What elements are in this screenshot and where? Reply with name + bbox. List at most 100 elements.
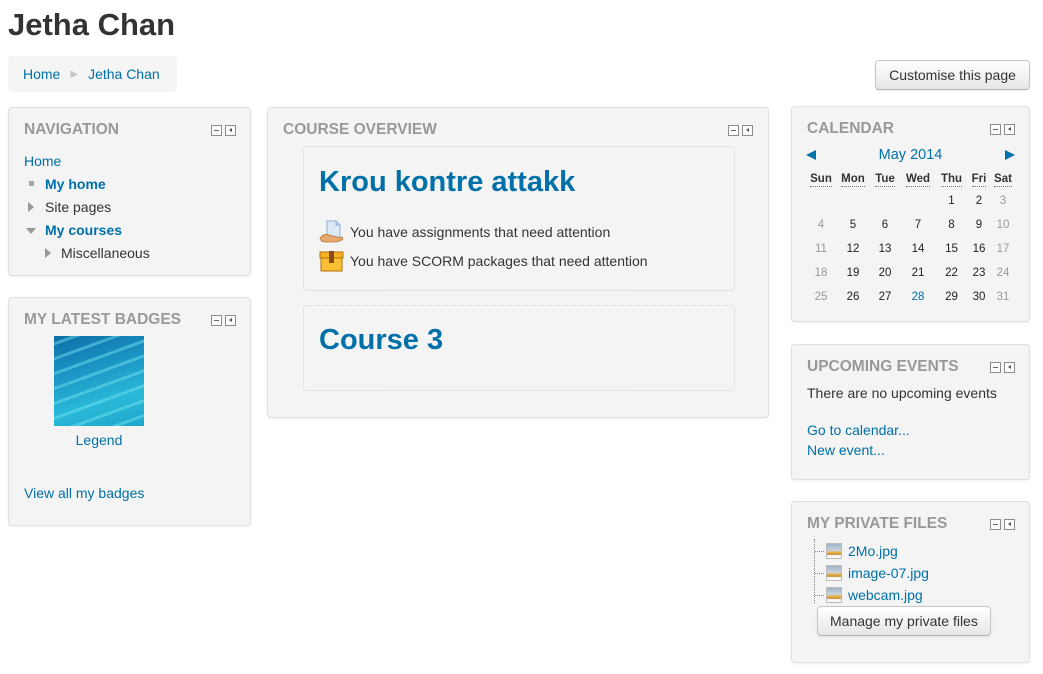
hide-block-icon[interactable] [211, 124, 222, 136]
calendar-empty-cell [900, 189, 936, 213]
calendar-day[interactable]: 29 [936, 285, 967, 309]
breadcrumb-current[interactable]: Jetha Chan [88, 66, 160, 82]
course-title-link[interactable]: Course 3 [319, 324, 443, 357]
calendar-empty-cell [870, 189, 900, 213]
hide-block-icon[interactable] [990, 123, 1001, 135]
calendar-day[interactable]: 5 [836, 213, 870, 237]
calendar-day[interactable]: 19 [836, 261, 870, 285]
calendar-day[interactable]: 14 [900, 237, 936, 261]
collapse-arrow-icon[interactable] [26, 228, 36, 234]
nav-item-miscellaneous-label[interactable]: Miscellaneous [61, 245, 150, 261]
calendar-day[interactable]: 2 [967, 189, 991, 213]
calendar-day[interactable]: 10 [991, 213, 1015, 237]
nav-item-site-pages-label[interactable]: Site pages [45, 199, 111, 215]
calendar-day[interactable]: 12 [836, 237, 870, 261]
calendar-month-link[interactable]: May 2014 [879, 147, 943, 163]
file-link[interactable]: webcam.jpg [848, 587, 923, 603]
nav-item-site-pages[interactable]: Site pages [24, 196, 150, 219]
calendar-week-row: 11 12 13 14 15 16 17 [806, 237, 1015, 261]
dock-block-icon[interactable] [1004, 518, 1015, 530]
alert-text: You have assignments that need attention [350, 224, 611, 240]
hide-block-icon[interactable] [990, 361, 1001, 373]
hide-block-icon[interactable] [990, 518, 1001, 530]
nav-item-my-home[interactable]: My home [24, 173, 150, 196]
dock-block-icon[interactable] [225, 124, 236, 136]
calendar-day[interactable]: 16 [967, 237, 991, 261]
dock-block-icon[interactable] [225, 314, 236, 326]
customise-page-button[interactable]: Customise this page [875, 60, 1030, 90]
nav-item-my-home-link[interactable]: My home [45, 176, 106, 192]
course-alert[interactable]: You have SCORM packages that need attent… [319, 249, 648, 273]
expand-arrow-icon[interactable] [45, 248, 51, 258]
calendar-day[interactable]: 21 [900, 261, 936, 285]
calendar-day[interactable]: 26 [836, 285, 870, 309]
calendar-day[interactable]: 27 [870, 285, 900, 309]
weekday-label: Wed [905, 173, 931, 187]
calendar-week-row: 25 26 27 28 29 30 31 [806, 285, 1015, 309]
course-alert[interactable]: You have assignments that need attention [319, 220, 610, 244]
nav-item-home[interactable]: Home [24, 150, 150, 173]
badge-name-link[interactable]: Legend [54, 432, 144, 448]
course-title-link[interactable]: Krou kontre attakk [319, 166, 575, 199]
go-to-calendar-link[interactable]: Go to calendar... [807, 422, 910, 438]
calendar-title: CALENDAR [807, 120, 894, 137]
file-item[interactable]: 2Mo.jpg [815, 540, 898, 562]
calendar-day[interactable]: 25 [806, 285, 836, 309]
calendar-day[interactable]: 4 [806, 213, 836, 237]
calendar-day[interactable]: 30 [967, 285, 991, 309]
calendar-day[interactable]: 3 [991, 189, 1015, 213]
dock-block-icon[interactable] [1004, 361, 1015, 373]
next-month-icon[interactable] [1005, 150, 1015, 160]
file-item[interactable]: image-07.jpg [815, 562, 929, 584]
course-overview-title: COURSE OVERVIEW [283, 121, 437, 138]
calendar-day[interactable]: 15 [936, 237, 967, 261]
weekday-header: Thu [936, 169, 967, 189]
dock-block-icon[interactable] [742, 124, 753, 136]
dock-block-icon[interactable] [1004, 123, 1015, 135]
nav-item-my-courses[interactable]: My courses [24, 219, 150, 242]
calendar-day[interactable]: 20 [870, 261, 900, 285]
calendar-day[interactable]: 9 [967, 213, 991, 237]
nav-item-my-courses-link[interactable]: My courses [45, 222, 122, 238]
calendar-day[interactable]: 22 [936, 261, 967, 285]
calendar-day[interactable]: 8 [936, 213, 967, 237]
nav-item-miscellaneous[interactable]: Miscellaneous [24, 242, 150, 265]
calendar-day[interactable]: 7 [900, 213, 936, 237]
tree-branch [815, 594, 824, 596]
file-link[interactable]: image-07.jpg [848, 565, 929, 581]
weekday-header: Fri [967, 169, 991, 189]
badge-image[interactable] [54, 336, 144, 426]
calendar-day[interactable]: 11 [806, 237, 836, 261]
calendar-day[interactable]: 23 [967, 261, 991, 285]
calendar-day[interactable]: 1 [936, 189, 967, 213]
private-files-block: MY PRIVATE FILES 2Mo.jpg image-07.jpg we… [791, 501, 1030, 663]
calendar-week-row: 123 [806, 189, 1015, 213]
calendar-day[interactable]: 17 [991, 237, 1015, 261]
previous-month-icon[interactable] [806, 150, 816, 160]
manage-private-files-button[interactable]: Manage my private files [817, 606, 991, 636]
assignment-icon [319, 220, 344, 244]
image-file-icon [826, 543, 842, 559]
bullet-icon [29, 181, 34, 186]
weekday-label: Mon [841, 173, 865, 187]
breadcrumb-home[interactable]: Home [23, 66, 60, 82]
hide-block-icon[interactable] [728, 124, 739, 136]
calendar-day-today[interactable]: 28 [900, 285, 936, 309]
file-link[interactable]: 2Mo.jpg [848, 543, 898, 559]
calendar-empty-cell [806, 189, 836, 213]
new-event-link[interactable]: New event... [807, 442, 885, 458]
expand-arrow-icon[interactable] [28, 202, 34, 212]
calendar-day[interactable]: 13 [870, 237, 900, 261]
calendar-day[interactable]: 18 [806, 261, 836, 285]
scorm-package-icon [319, 249, 344, 273]
calendar-day[interactable]: 6 [870, 213, 900, 237]
nav-item-home-link[interactable]: Home [24, 153, 61, 169]
view-all-badges-link[interactable]: View all my badges [24, 485, 144, 501]
hide-block-icon[interactable] [211, 314, 222, 326]
private-files-title: MY PRIVATE FILES [807, 515, 948, 532]
calendar-day[interactable]: 31 [991, 285, 1015, 309]
file-item[interactable]: webcam.jpg [815, 584, 923, 606]
no-events-text: There are no upcoming events [807, 385, 997, 401]
calendar-day[interactable]: 24 [991, 261, 1015, 285]
weekday-label: Sat [994, 173, 1012, 187]
